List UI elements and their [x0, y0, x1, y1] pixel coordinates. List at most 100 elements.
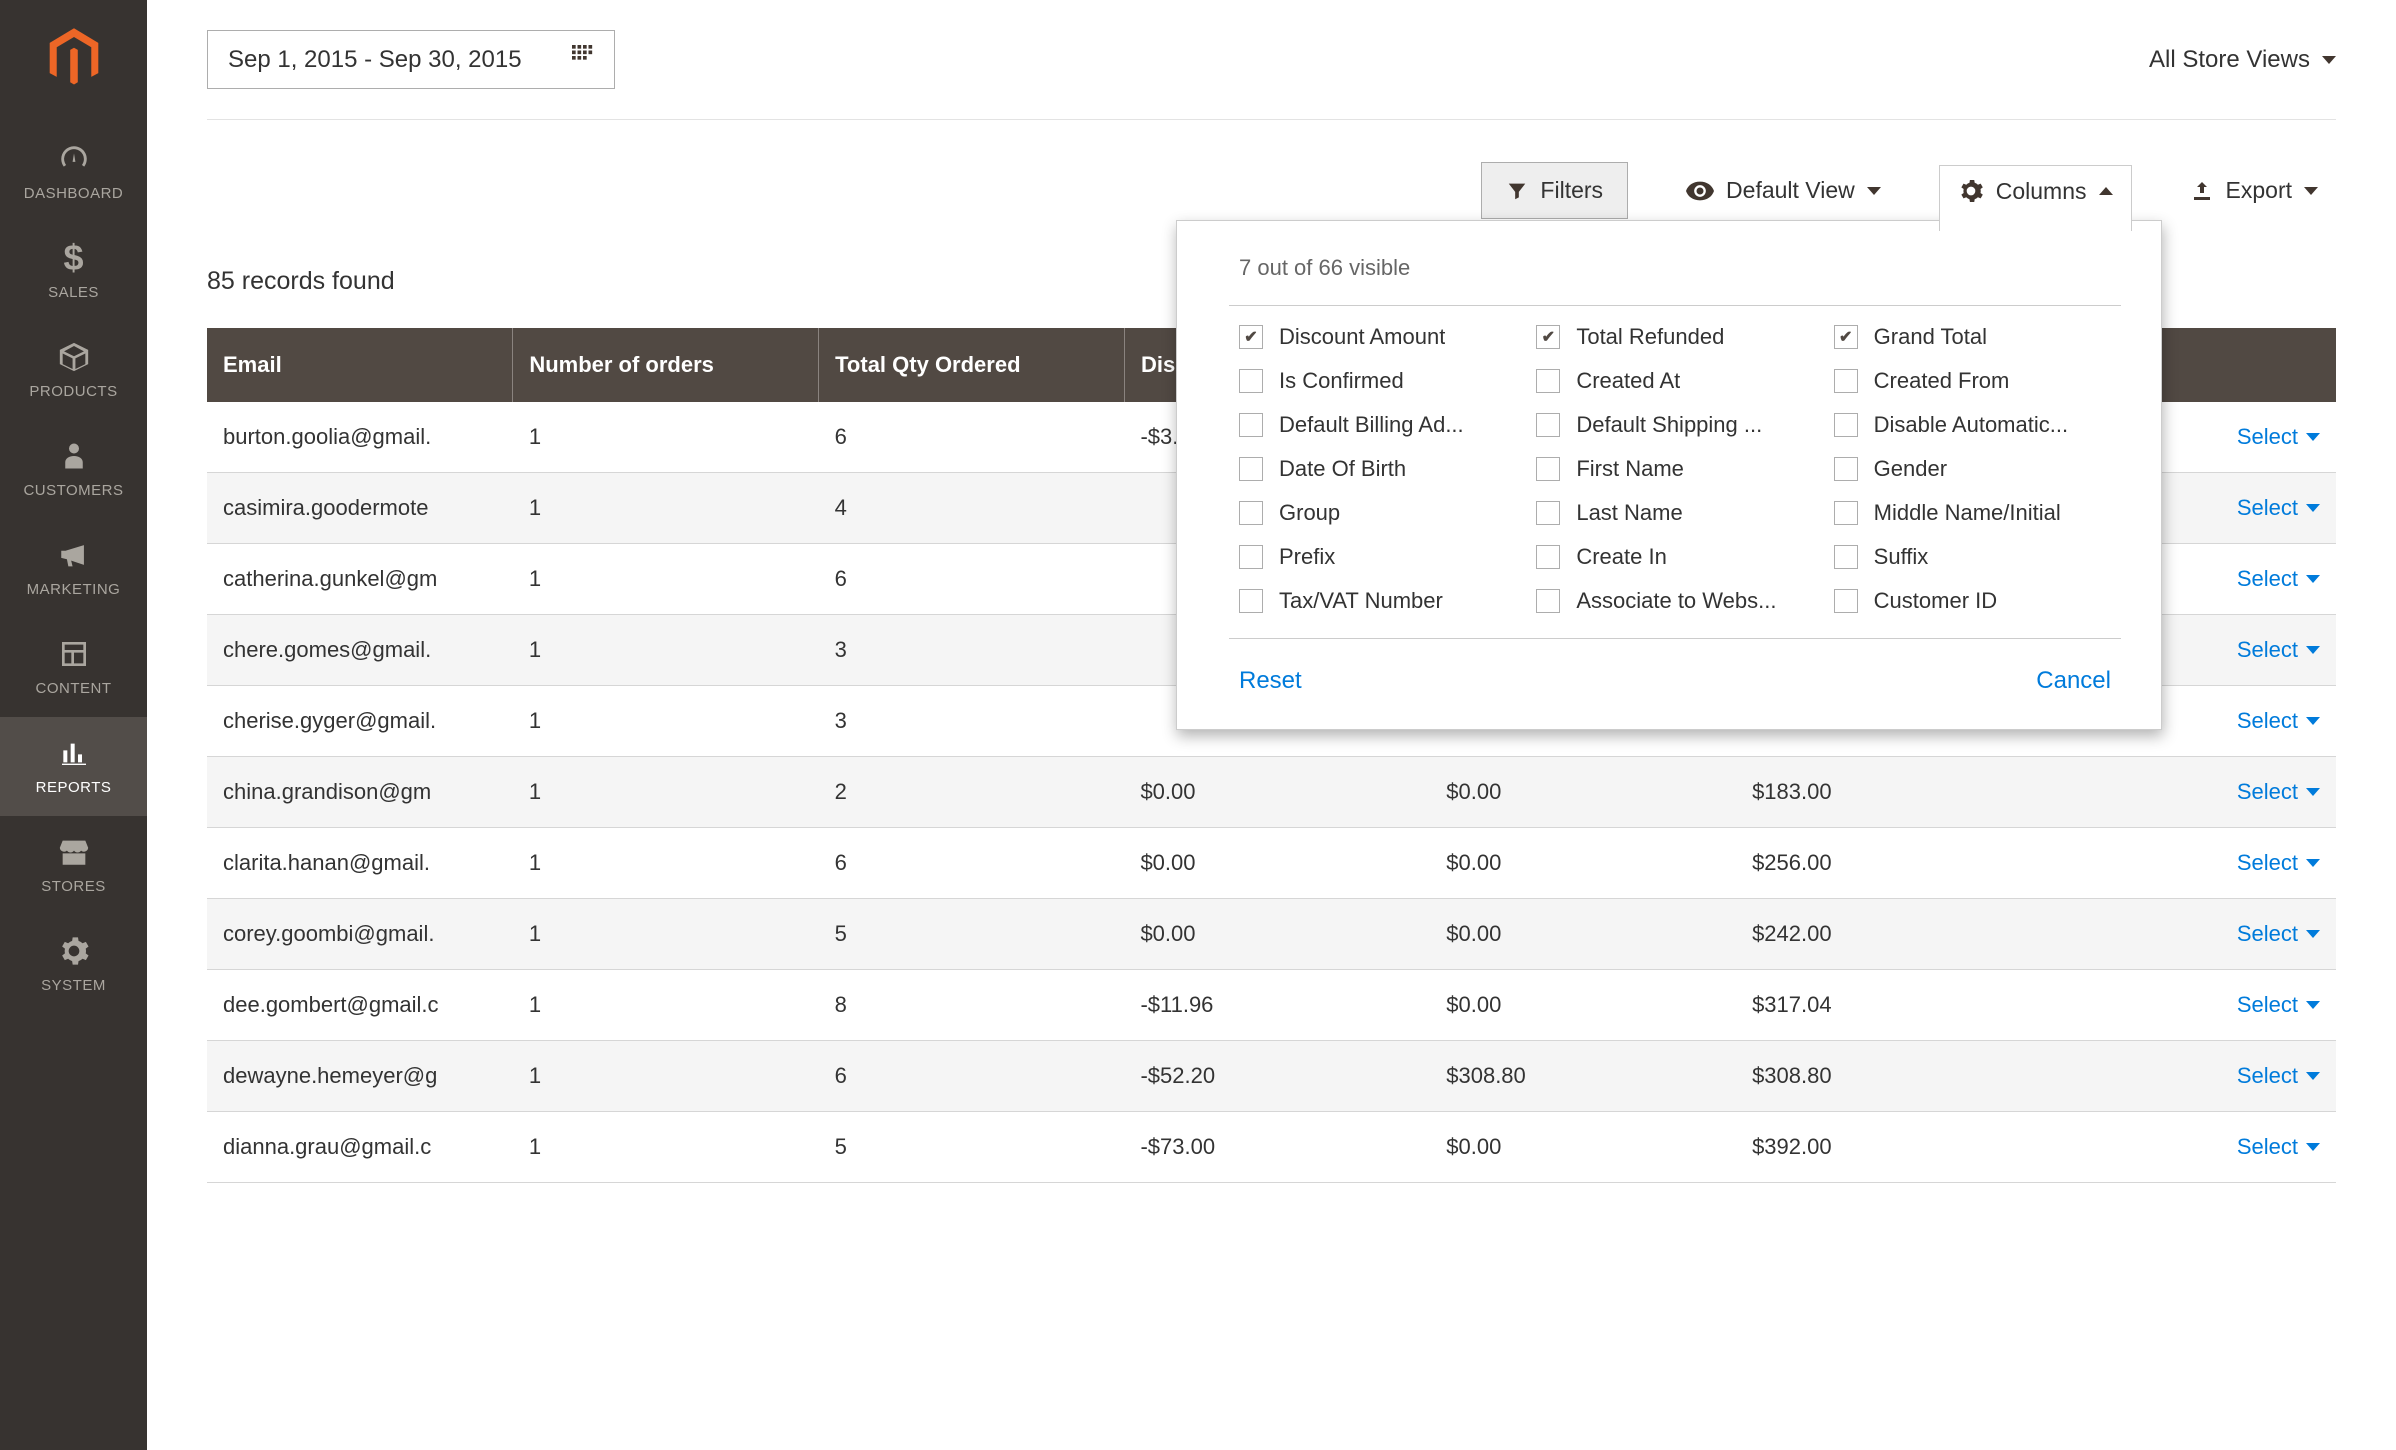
checkbox-icon[interactable] — [1834, 589, 1858, 613]
cell-email: cherise.gyger@gmail. — [207, 686, 513, 757]
cell-discount: -$11.96 — [1124, 970, 1430, 1041]
column-option[interactable]: Tax/VAT Number — [1239, 588, 1516, 614]
cell-email: china.grandison@gm — [207, 757, 513, 828]
col-header-qty[interactable]: Total Qty Ordered — [819, 328, 1125, 402]
filters-button[interactable]: Filters — [1481, 162, 1628, 219]
checkbox-icon[interactable] — [1536, 589, 1560, 613]
checkbox-icon[interactable] — [1239, 501, 1263, 525]
nav-dashboard[interactable]: DASHBOARD — [0, 123, 147, 222]
nav-marketing[interactable]: MARKETING — [0, 519, 147, 618]
store-scope-selector[interactable]: All Store Views — [2149, 46, 2336, 74]
column-option[interactable]: Prefix — [1239, 544, 1516, 570]
cell-discount: $0.00 — [1124, 828, 1430, 899]
nav-products[interactable]: PRODUCTS — [0, 321, 147, 420]
date-range-picker[interactable]: Sep 1, 2015 - Sep 30, 2015 — [207, 30, 615, 89]
columns-button[interactable]: Columns — [1939, 165, 2132, 231]
table-row: clarita.hanan@gmail.16$0.00$0.00$256.00S… — [207, 828, 2336, 899]
nav-content[interactable]: CONTENT — [0, 618, 147, 717]
column-option[interactable]: Is Confirmed — [1239, 368, 1516, 394]
checkbox-icon[interactable] — [1239, 457, 1263, 481]
row-action-select[interactable]: Select — [2058, 921, 2320, 947]
row-action-select[interactable]: Select — [2058, 1063, 2320, 1089]
cell-grand: $242.00 — [1736, 899, 2042, 970]
cell-discount: -$73.00 — [1124, 1112, 1430, 1183]
checkbox-icon[interactable] — [1536, 369, 1560, 393]
column-option[interactable]: Disable Automatic... — [1834, 412, 2111, 438]
cancel-columns-link[interactable]: Cancel — [2036, 667, 2111, 695]
column-option[interactable]: Last Name — [1536, 500, 1813, 526]
admin-sidebar: DASHBOARD $ SALES PRODUCTS CUSTOMERS MAR… — [0, 0, 147, 1450]
cell-actions: Select — [2042, 1112, 2336, 1183]
column-option[interactable]: Date Of Birth — [1239, 456, 1516, 482]
nav-customers[interactable]: CUSTOMERS — [0, 420, 147, 519]
col-header-orders[interactable]: Number of orders — [513, 328, 819, 402]
column-option-label: Created At — [1576, 368, 1680, 394]
column-option[interactable]: First Name — [1536, 456, 1813, 482]
megaphone-icon — [0, 537, 147, 573]
column-option[interactable]: Grand Total — [1834, 324, 2111, 350]
column-option[interactable]: Gender — [1834, 456, 2111, 482]
checkbox-icon[interactable] — [1239, 413, 1263, 437]
checkbox-icon[interactable] — [1536, 545, 1560, 569]
cell-qty: 6 — [819, 828, 1125, 899]
chevron-down-icon — [2306, 646, 2320, 654]
column-option[interactable]: Created At — [1536, 368, 1813, 394]
checkbox-icon[interactable] — [1834, 413, 1858, 437]
cell-email: burton.goolia@gmail. — [207, 402, 513, 473]
cell-email: casimira.goodermote — [207, 473, 513, 544]
chevron-down-icon — [2306, 788, 2320, 796]
checkbox-icon[interactable] — [1239, 589, 1263, 613]
cell-refunded: $0.00 — [1430, 1112, 1736, 1183]
nav-reports[interactable]: REPORTS — [0, 717, 147, 816]
chevron-down-icon — [2306, 1143, 2320, 1151]
column-option[interactable]: Discount Amount — [1239, 324, 1516, 350]
view-bookmark-selector[interactable]: Default View — [1668, 165, 1899, 216]
column-option[interactable]: Group — [1239, 500, 1516, 526]
row-action-select[interactable]: Select — [2058, 779, 2320, 805]
checkbox-icon[interactable] — [1536, 457, 1560, 481]
row-action-select[interactable]: Select — [2058, 992, 2320, 1018]
column-option[interactable]: Created From — [1834, 368, 2111, 394]
checkbox-icon[interactable] — [1834, 369, 1858, 393]
checkbox-icon[interactable] — [1536, 413, 1560, 437]
export-icon — [2190, 179, 2214, 203]
reset-columns-link[interactable]: Reset — [1239, 667, 1302, 695]
column-option[interactable]: Suffix — [1834, 544, 2111, 570]
col-header-email[interactable]: Email — [207, 328, 513, 402]
column-option-label: Is Confirmed — [1279, 368, 1404, 394]
column-option[interactable]: Associate to Webs... — [1536, 588, 1813, 614]
checkbox-icon[interactable] — [1834, 545, 1858, 569]
column-option-label: Gender — [1874, 456, 1947, 482]
cell-actions: Select — [2042, 899, 2336, 970]
checkbox-icon[interactable] — [1834, 457, 1858, 481]
cell-qty: 3 — [819, 615, 1125, 686]
column-option[interactable]: Middle Name/Initial — [1834, 500, 2111, 526]
column-option[interactable]: Total Refunded — [1536, 324, 1813, 350]
cell-refunded: $0.00 — [1430, 899, 1736, 970]
cell-qty: 6 — [819, 544, 1125, 615]
checkbox-icon[interactable] — [1536, 325, 1560, 349]
row-action-select[interactable]: Select — [2058, 850, 2320, 876]
column-option[interactable]: Default Billing Ad... — [1239, 412, 1516, 438]
chevron-down-icon — [1867, 187, 1881, 195]
magento-logo[interactable] — [47, 0, 101, 123]
checkbox-icon[interactable] — [1239, 325, 1263, 349]
checkbox-icon[interactable] — [1834, 501, 1858, 525]
checkbox-icon[interactable] — [1239, 369, 1263, 393]
cell-qty: 5 — [819, 899, 1125, 970]
nav-stores[interactable]: STORES — [0, 816, 147, 915]
chevron-down-icon — [2306, 859, 2320, 867]
column-option[interactable]: Create In — [1536, 544, 1813, 570]
checkbox-icon[interactable] — [1239, 545, 1263, 569]
nav-system[interactable]: SYSTEM — [0, 915, 147, 1014]
column-option[interactable]: Default Shipping ... — [1536, 412, 1813, 438]
checkbox-icon[interactable] — [1834, 325, 1858, 349]
checkbox-icon[interactable] — [1536, 501, 1560, 525]
cell-grand: $256.00 — [1736, 828, 2042, 899]
nav-sales[interactable]: $ SALES — [0, 222, 147, 321]
export-button[interactable]: Export — [2172, 165, 2336, 216]
column-option[interactable]: Customer ID — [1834, 588, 2111, 614]
row-action-select[interactable]: Select — [2058, 1134, 2320, 1160]
column-option-label: Date Of Birth — [1279, 456, 1406, 482]
store-scope-text: All Store Views — [2149, 46, 2310, 74]
